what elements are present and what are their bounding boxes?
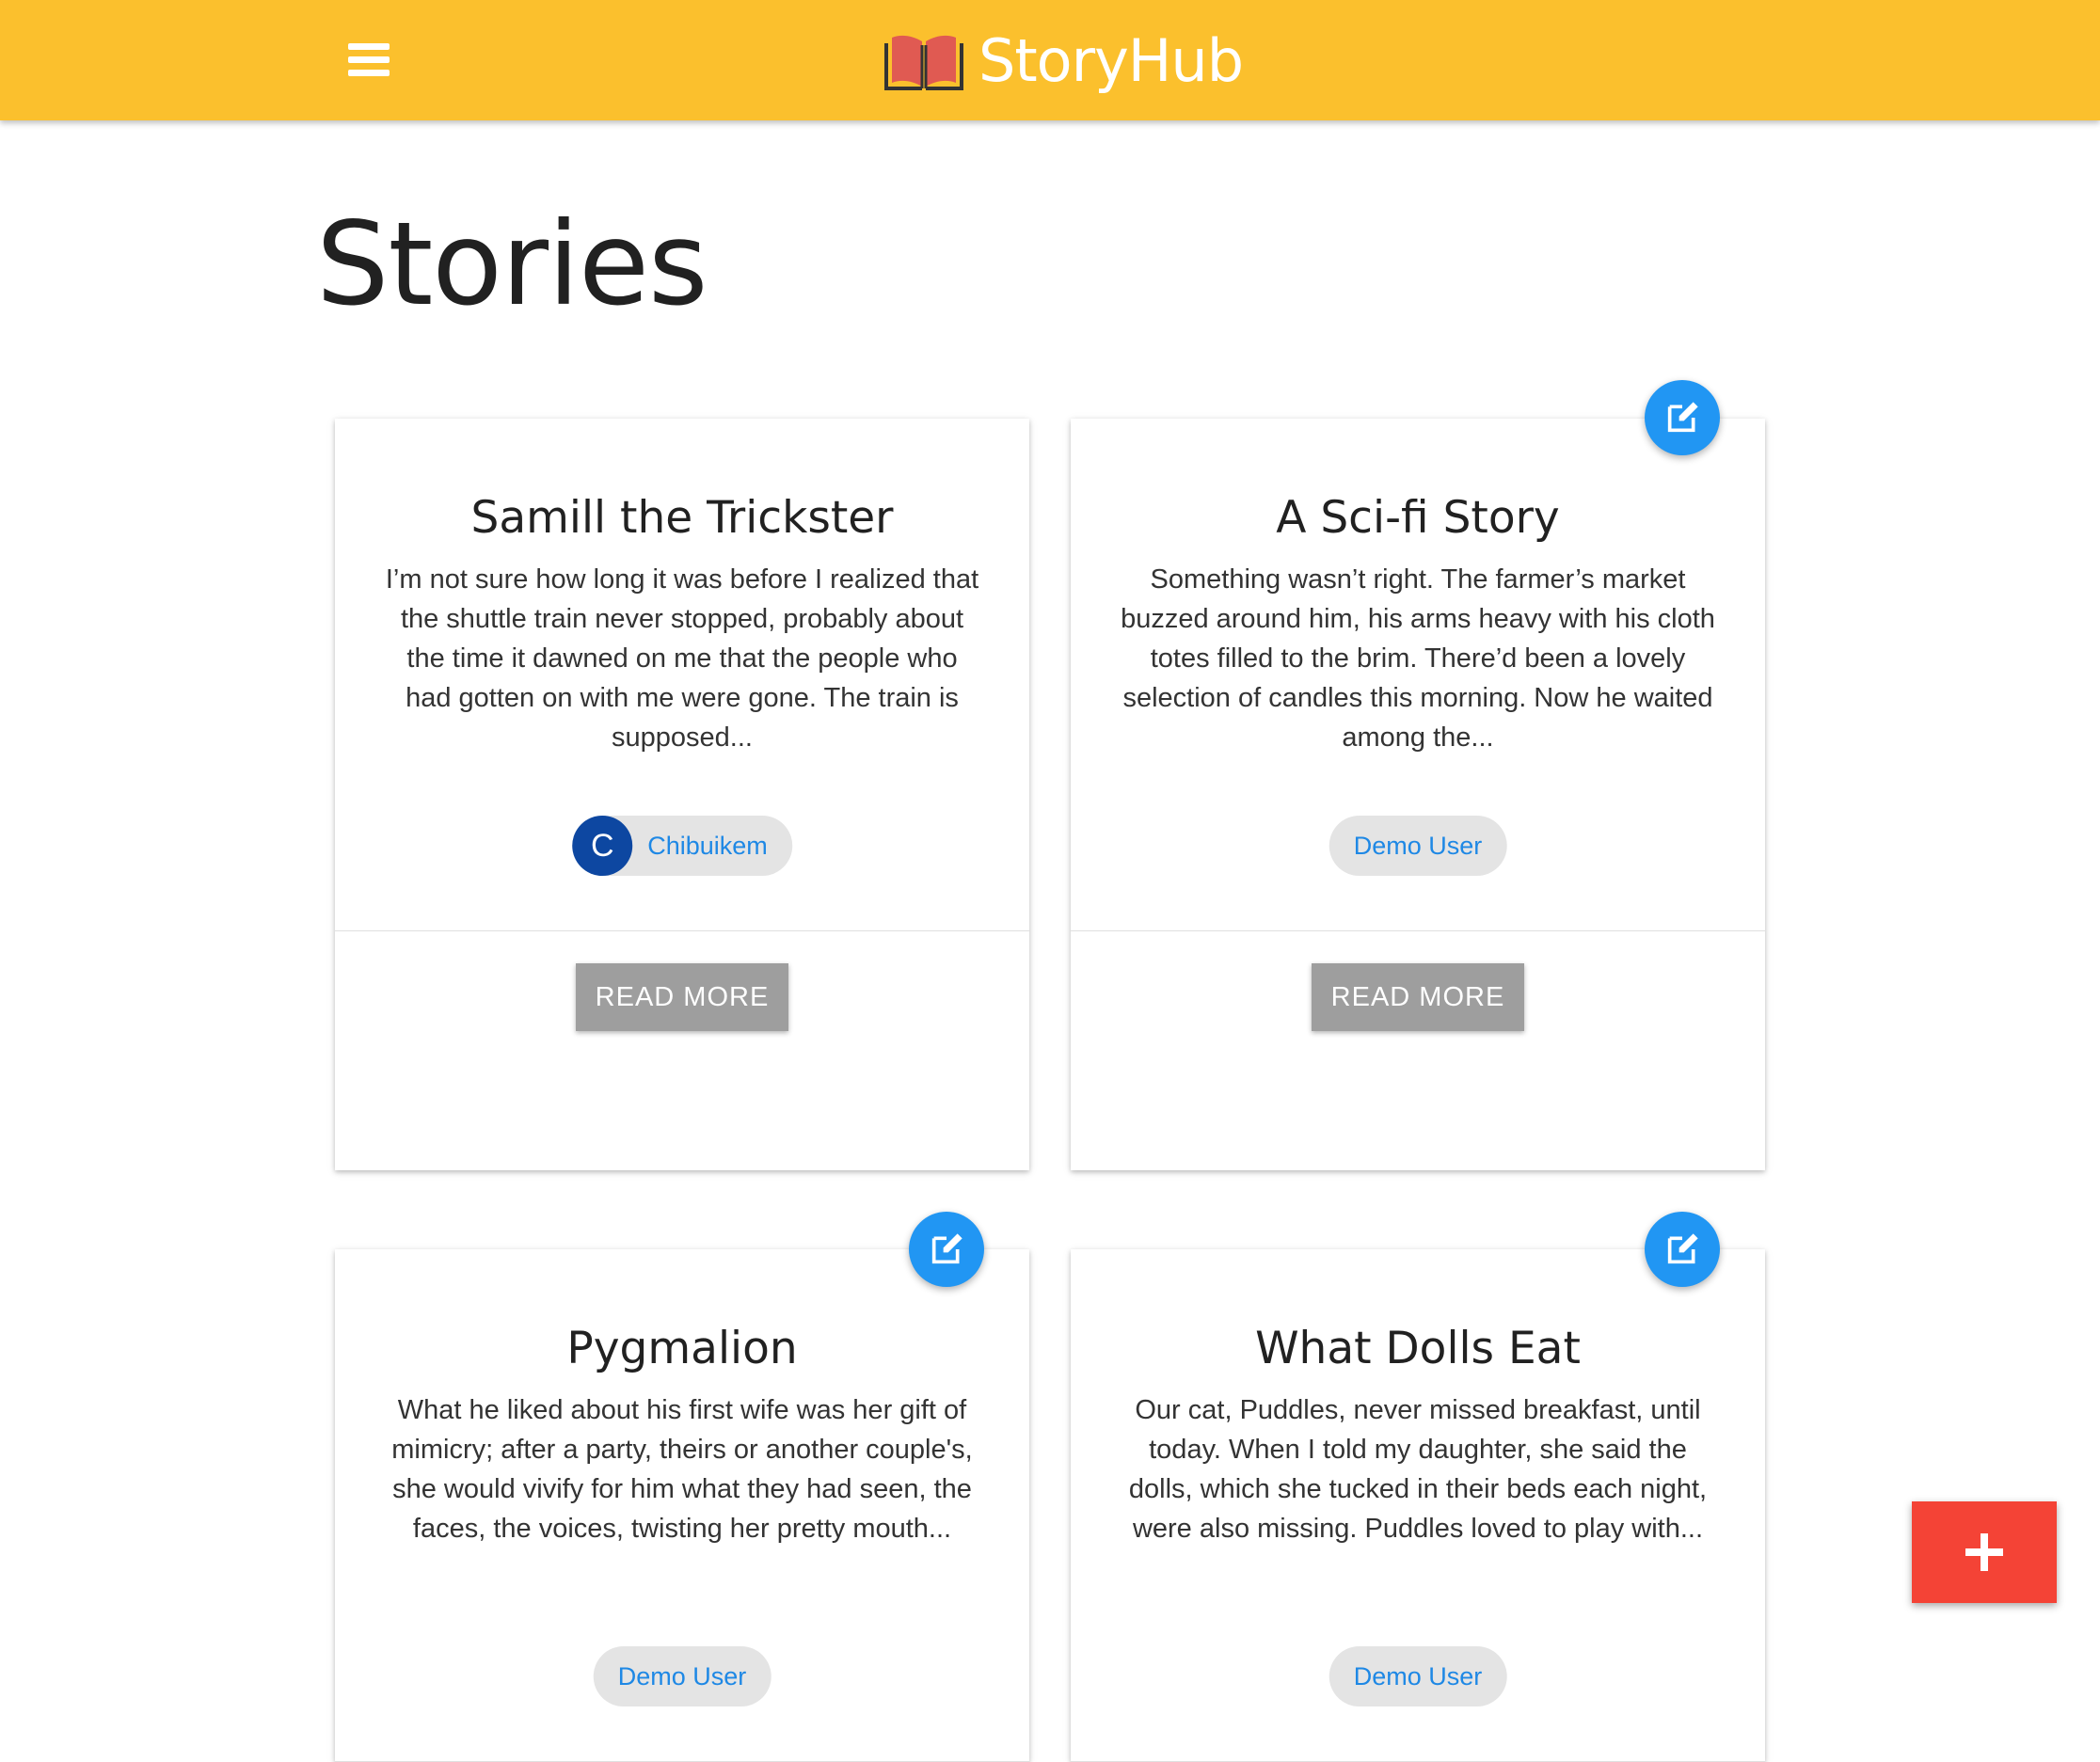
story-excerpt: Our cat, Puddles, never missed breakfast… <box>1128 1395 1708 1544</box>
story-card: Pygmalion What he liked about his first … <box>335 1249 1029 1762</box>
add-story-button[interactable] <box>1912 1501 2057 1603</box>
author-name: Demo User <box>1353 1661 1483 1691</box>
story-title: Samill the Trickster <box>470 492 894 544</box>
edit-story-button[interactable] <box>1645 1212 1720 1287</box>
author-chip[interactable]: Demo User <box>593 1646 772 1706</box>
brand-name: StoryHub <box>978 25 1244 95</box>
card-content: Pygmalion What he liked about his first … <box>335 1249 1029 1762</box>
hamburger-menu-icon[interactable] <box>341 38 397 85</box>
card-content: A Sci-fi Story Something wasn’t right. T… <box>1071 419 1765 931</box>
brand-logo[interactable]: StoryHub <box>884 21 1244 100</box>
author-chip[interactable]: C Chibuikem <box>572 816 792 876</box>
app-header: StoryHub <box>0 0 2100 120</box>
story-card: A Sci-fi Story Something wasn’t right. T… <box>1071 419 1765 1170</box>
card-action: READ MORE <box>1071 931 1765 1170</box>
page-title: Stories <box>316 198 708 331</box>
avatar: C <box>572 816 633 876</box>
read-more-button[interactable]: READ MORE <box>1312 963 1524 1031</box>
story-card: What Dolls Eat Our cat, Puddles, never m… <box>1071 1249 1765 1762</box>
edit-icon <box>931 1233 962 1264</box>
open-book-icon <box>884 35 963 90</box>
card-content: What Dolls Eat Our cat, Puddles, never m… <box>1071 1249 1765 1762</box>
edit-story-button[interactable] <box>909 1212 984 1287</box>
author-name: Demo User <box>1353 831 1483 860</box>
card-content: Samill the Trickster I’m not sure how lo… <box>335 419 1029 931</box>
author-chip[interactable]: Demo User <box>1328 1646 1507 1706</box>
author-name: Chibuikem <box>647 831 768 860</box>
story-excerpt: Something wasn’t right. The farmer’s mar… <box>1121 564 1715 753</box>
edit-icon <box>1667 1233 1698 1264</box>
story-title: What Dolls Eat <box>1255 1323 1581 1374</box>
plus-icon <box>1965 1533 2003 1571</box>
story-title: A Sci-fi Story <box>1276 492 1560 544</box>
edit-story-button[interactable] <box>1645 380 1720 455</box>
story-excerpt: I’m not sure how long it was before I re… <box>385 564 979 753</box>
story-card: Samill the Trickster I’m not sure how lo… <box>335 419 1029 1170</box>
story-excerpt: What he liked about his first wife was h… <box>391 1395 973 1544</box>
card-action: READ MORE <box>335 931 1029 1170</box>
read-more-button[interactable]: READ MORE <box>576 963 788 1031</box>
author-name: Demo User <box>617 1661 747 1691</box>
story-title: Pygmalion <box>566 1323 798 1374</box>
edit-icon <box>1667 402 1698 433</box>
author-chip[interactable]: Demo User <box>1328 816 1507 876</box>
